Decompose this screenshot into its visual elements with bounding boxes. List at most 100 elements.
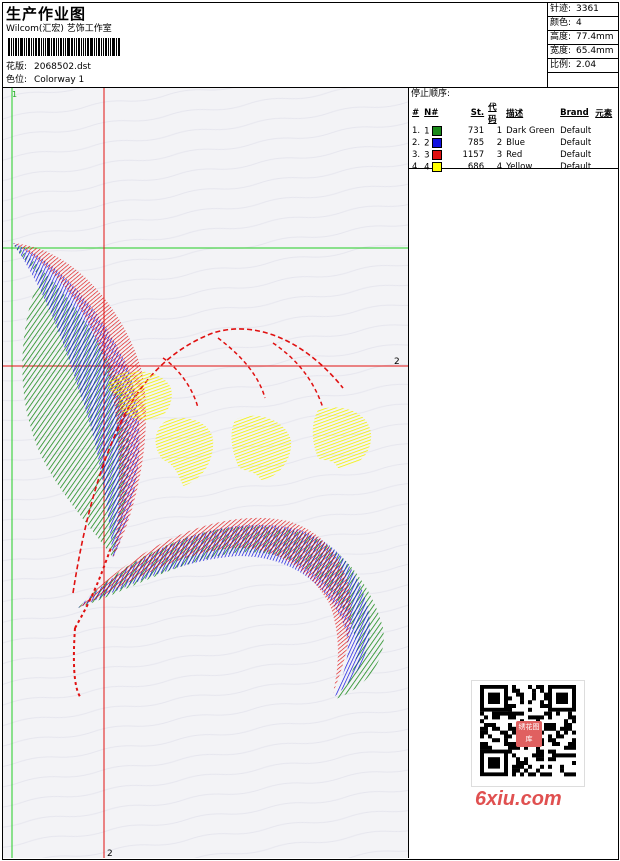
qr-module	[564, 753, 568, 758]
stats-divider-left	[547, 2, 548, 88]
qr-module	[532, 772, 536, 777]
barcode-bar	[18, 38, 19, 56]
barcode-bar	[74, 38, 75, 56]
qr-finder	[556, 692, 568, 704]
qr-module	[496, 726, 500, 731]
qr-module	[512, 745, 516, 750]
qr-module	[540, 685, 544, 689]
qr-module	[556, 742, 560, 746]
barcode-bar	[35, 38, 37, 56]
qr-module	[520, 764, 524, 769]
col-header: 代码	[488, 103, 497, 125]
qr-module	[560, 753, 564, 758]
qr-module	[516, 688, 520, 693]
stat-value: 2.04	[576, 60, 597, 70]
origin-label: 1	[12, 90, 17, 99]
qr-module	[536, 753, 540, 758]
qr-module	[564, 726, 568, 731]
qr-module	[548, 726, 552, 731]
qr-module	[552, 749, 556, 754]
qr-module	[492, 723, 496, 727]
barcode-bar	[103, 38, 104, 56]
barcode-bar	[116, 38, 117, 56]
barcode-bar	[51, 38, 52, 56]
qr-module	[508, 749, 512, 754]
qr-module	[512, 688, 516, 693]
barcode-bar	[83, 38, 84, 56]
qr-module	[572, 772, 576, 777]
barcode-bar	[67, 38, 70, 56]
qr-module	[504, 730, 508, 735]
qr-module	[532, 753, 536, 758]
qr-module	[480, 730, 484, 735]
qr-module	[484, 742, 488, 746]
barcode-bar	[71, 38, 73, 56]
qr-module	[536, 749, 540, 754]
qr-module	[504, 738, 508, 743]
color-description: Yellow	[506, 162, 533, 172]
qr-module	[572, 738, 576, 743]
barcode-bar	[11, 38, 12, 56]
barcode-bar	[63, 38, 64, 56]
row-number: 3.	[412, 150, 421, 160]
qr-module	[548, 723, 552, 727]
barcode-bar	[60, 38, 62, 56]
qr-module	[556, 753, 560, 758]
watermark-site[interactable]: 6xiu.com	[475, 788, 562, 811]
barcode-bar	[13, 38, 14, 56]
qr-module	[520, 700, 524, 705]
qr-module	[544, 772, 548, 777]
qr-module	[484, 726, 488, 731]
qr-module	[544, 696, 548, 701]
barcode-bar	[56, 38, 57, 56]
qr-module	[536, 715, 540, 720]
barcode-bar	[31, 38, 32, 56]
qr-module	[564, 723, 568, 727]
barcode-bar	[112, 38, 115, 56]
qr-module	[512, 768, 516, 773]
qr-module	[512, 685, 516, 689]
barcode-bar	[78, 38, 80, 56]
qr-module	[512, 772, 516, 777]
stitch-count: 785	[467, 138, 485, 148]
qr-module	[536, 757, 540, 762]
barcode-bar	[8, 38, 10, 56]
qr-module	[484, 723, 488, 727]
qr-module	[480, 719, 484, 724]
qr-module	[484, 715, 488, 720]
barcode-bar	[76, 38, 77, 56]
qr-module	[508, 723, 512, 727]
qr-module	[540, 688, 544, 693]
qr-module	[540, 700, 544, 705]
needle-number-text: 1	[424, 126, 433, 137]
qr-module	[568, 726, 572, 731]
color-swatch	[432, 149, 443, 160]
col-header: N#	[424, 108, 439, 118]
stat-value: 4	[576, 18, 582, 28]
stamp-badge: 绣花图库	[516, 721, 542, 747]
needle-number: 1	[422, 125, 456, 137]
color-swatch	[432, 161, 443, 172]
qr-module	[512, 711, 516, 716]
qr-module	[540, 704, 544, 708]
col-header: St.	[470, 108, 485, 118]
qr-module	[572, 719, 576, 724]
color-description: Dark Green	[506, 126, 555, 136]
barcode	[8, 38, 140, 56]
qr-module	[552, 723, 556, 727]
barcode-bar	[94, 38, 95, 56]
stats-row-5	[547, 72, 618, 73]
qr-module	[516, 764, 520, 769]
qr-module	[548, 772, 552, 777]
qr-module	[544, 711, 548, 716]
barcode-bar	[28, 38, 30, 56]
company-name: Wilcom(汇宏) 艺饰工作室	[6, 24, 112, 34]
qr-module	[492, 738, 496, 743]
qr-module	[540, 753, 544, 758]
barcode-bar	[47, 38, 50, 56]
stop-sequence-table: # N# St. 代码 描述 Brand 元素 1. 1 731 1 Dark Gre…	[410, 101, 614, 173]
axis-h-label: 2	[394, 357, 400, 367]
qr-module	[496, 738, 500, 743]
brand: Default	[560, 126, 592, 136]
qr-module	[480, 742, 484, 746]
